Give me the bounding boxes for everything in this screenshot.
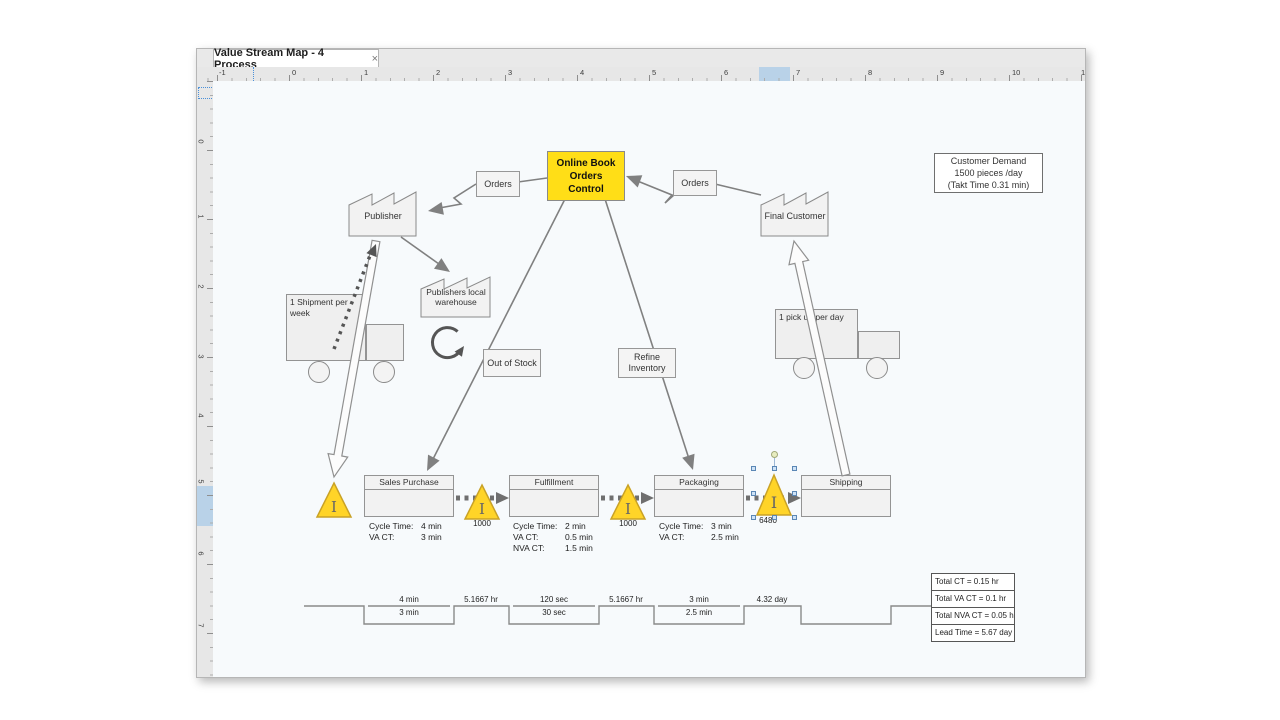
outline-arrow (328, 240, 380, 477)
ruler-number: 6 (197, 551, 206, 555)
app-window: Value Stream Map - 4 Process × -1 0 1 2 … (196, 48, 1086, 678)
ruler-number: 7 (796, 68, 800, 77)
ruler-number: 0 (197, 139, 206, 143)
selection-handle[interactable] (772, 515, 777, 520)
material-flow-layer (213, 81, 1085, 677)
outline-arrow (789, 241, 850, 476)
ruler-number: 5 (652, 68, 656, 77)
vertical-ruler: 0 1 2 3 4 5 6 7 (197, 81, 214, 677)
ruler-number: 1 (364, 68, 368, 77)
ruler-number: 0 (292, 68, 296, 77)
ruler-number: 1 (1081, 68, 1085, 77)
selection-handle[interactable] (772, 466, 777, 471)
ruler-number: 7 (197, 623, 206, 627)
ruler-number: 3 (197, 354, 206, 358)
inventory-count: 1000 (610, 519, 646, 528)
rotation-handle[interactable] (771, 451, 778, 458)
selection-handle[interactable] (751, 466, 756, 471)
inventory-count: 1000 (464, 519, 500, 528)
svg-text:I: I (625, 500, 631, 518)
tab-bar: Value Stream Map - 4 Process × (197, 49, 1085, 68)
ruler-number: 2 (197, 284, 206, 288)
ruler-number: 1 (197, 214, 206, 218)
selection-handle[interactable] (792, 515, 797, 520)
selection-handle[interactable] (792, 491, 797, 496)
ruler-number: 5 (197, 479, 206, 483)
margin-guide (253, 67, 254, 81)
selection-handle[interactable] (751, 491, 756, 496)
horizontal-ruler: -1 0 1 2 3 4 5 6 7 8 9 10 1 (197, 67, 1085, 82)
svg-text:I: I (771, 493, 777, 512)
ruler-number: 10 (1012, 68, 1020, 77)
ruler-number: 4 (580, 68, 584, 77)
ruler-number: 2 (436, 68, 440, 77)
ruler-number: 8 (868, 68, 872, 77)
ruler-number: 6 (724, 68, 728, 77)
selection-handle[interactable] (792, 466, 797, 471)
ruler-number: 3 (508, 68, 512, 77)
svg-text:I: I (479, 500, 485, 518)
origin-marker (198, 87, 214, 99)
tab-value-stream-map[interactable]: Value Stream Map - 4 Process × (213, 49, 379, 67)
tab-close-icon[interactable]: × (372, 53, 378, 65)
svg-text:I: I (331, 498, 337, 516)
ruler-number: 9 (940, 68, 944, 77)
ruler-number: 4 (197, 413, 206, 417)
diagram-canvas[interactable]: Online Book Orders Control Orders Orders… (213, 81, 1085, 677)
selection-handle[interactable] (751, 515, 756, 520)
ruler-number: -1 (219, 68, 226, 77)
